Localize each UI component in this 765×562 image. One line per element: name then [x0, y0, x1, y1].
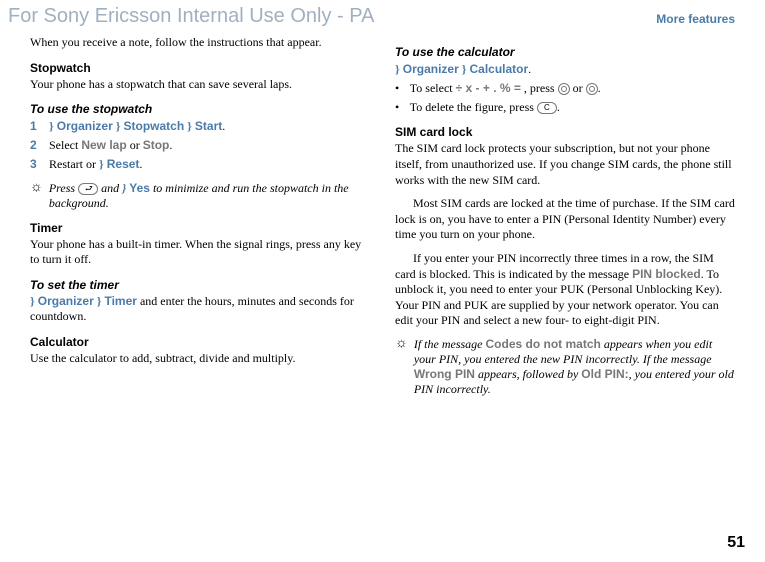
nav-left-icon: [558, 83, 570, 95]
right-column: To use the calculator } Organizer } Calc…: [395, 35, 735, 405]
calc-select: • To select ÷ x - + . % = , press or .: [395, 80, 735, 97]
tip-text: Press ⮐ and } Yes to minimize and run th…: [49, 181, 370, 211]
sim-heading: SIM card lock: [395, 125, 735, 139]
step-text: Select: [49, 138, 81, 152]
calculator-text: Use the calculator to add, subtract, div…: [30, 351, 370, 367]
timer-heading: Timer: [30, 221, 370, 235]
tip-text: If the message Codes do not match appear…: [414, 337, 735, 397]
option-yes: Yes: [129, 181, 150, 195]
old-pin-text: Old PIN:: [581, 367, 628, 381]
lightbulb-icon: ☼: [395, 337, 408, 397]
sim-paragraph-3: If you enter your PIN incorrectly three …: [395, 251, 735, 329]
sim-paragraph-1: The SIM card lock protects your subscrip…: [395, 141, 735, 188]
calc-nav: } Organizer } Calculator.: [395, 61, 735, 78]
arrow-icon: }: [187, 119, 195, 133]
pin-blocked-text: PIN blocked: [632, 267, 701, 281]
step-text: Restart or: [49, 157, 99, 171]
menu-stopwatch: Stopwatch: [123, 119, 184, 133]
stopwatch-heading: Stopwatch: [30, 61, 370, 75]
stopwatch-text: Your phone has a stopwatch that can save…: [30, 77, 370, 93]
step-2: 2 Select New lap or Stop.: [30, 137, 370, 154]
step-number: 2: [30, 137, 46, 154]
page-content: When you receive a note, follow the inst…: [30, 35, 735, 405]
menu-reset: Reset: [107, 157, 140, 171]
step-number: 3: [30, 156, 46, 173]
calculator-heading: Calculator: [30, 335, 370, 349]
menu-timer: Timer: [104, 294, 136, 308]
left-column: When you receive a note, follow the inst…: [30, 35, 370, 405]
set-timer-heading: To set the timer: [30, 278, 370, 292]
step-1: 1 } Organizer } Stopwatch } Start.: [30, 118, 370, 135]
intro-paragraph: When you receive a note, follow the inst…: [30, 35, 370, 51]
menu-organizer: Organizer: [403, 62, 459, 76]
section-header-link: More features: [656, 12, 735, 26]
option-stop: Stop: [143, 138, 170, 152]
use-calculator-heading: To use the calculator: [395, 45, 735, 59]
nav-right-icon: [586, 83, 598, 95]
lightbulb-icon: ☼: [30, 181, 43, 211]
step-3: 3 Restart or } Reset.: [30, 156, 370, 173]
step-number: 1: [30, 118, 46, 135]
menu-organizer: Organizer: [38, 294, 94, 308]
watermark-text: For Sony Ericsson Internal Use Only - PA: [8, 5, 374, 28]
arrow-icon: }: [49, 119, 54, 133]
sim-paragraph-2: Most SIM cards are locked at the time of…: [395, 196, 735, 243]
page-number: 51: [727, 534, 745, 552]
calc-operators: ÷ x - + . % =: [456, 81, 521, 95]
set-timer-instruction: } Organizer } Timer and enter the hours,…: [30, 294, 370, 325]
codes-match-text: Codes do not match: [486, 337, 601, 351]
c-key-icon: C: [537, 102, 557, 114]
menu-calculator: Calculator: [469, 62, 528, 76]
calc-delete: • To delete the figure, press C.: [395, 99, 735, 116]
arrow-icon: }: [99, 157, 107, 171]
arrow-icon: }: [30, 294, 38, 308]
menu-organizer: Organizer: [57, 119, 113, 133]
step-text: or: [130, 138, 143, 152]
tip-pin: ☼ If the message Codes do not match appe…: [395, 337, 735, 397]
use-stopwatch-heading: To use the stopwatch: [30, 102, 370, 116]
back-key-icon: ⮐: [78, 183, 98, 195]
timer-text: Your phone has a built-in timer. When th…: [30, 237, 370, 268]
arrow-icon: }: [395, 62, 403, 76]
option-new-lap: New lap: [81, 138, 126, 152]
wrong-pin-text: Wrong PIN: [414, 367, 475, 381]
tip-stopwatch: ☼ Press ⮐ and } Yes to minimize and run …: [30, 181, 370, 211]
menu-start: Start: [195, 119, 222, 133]
